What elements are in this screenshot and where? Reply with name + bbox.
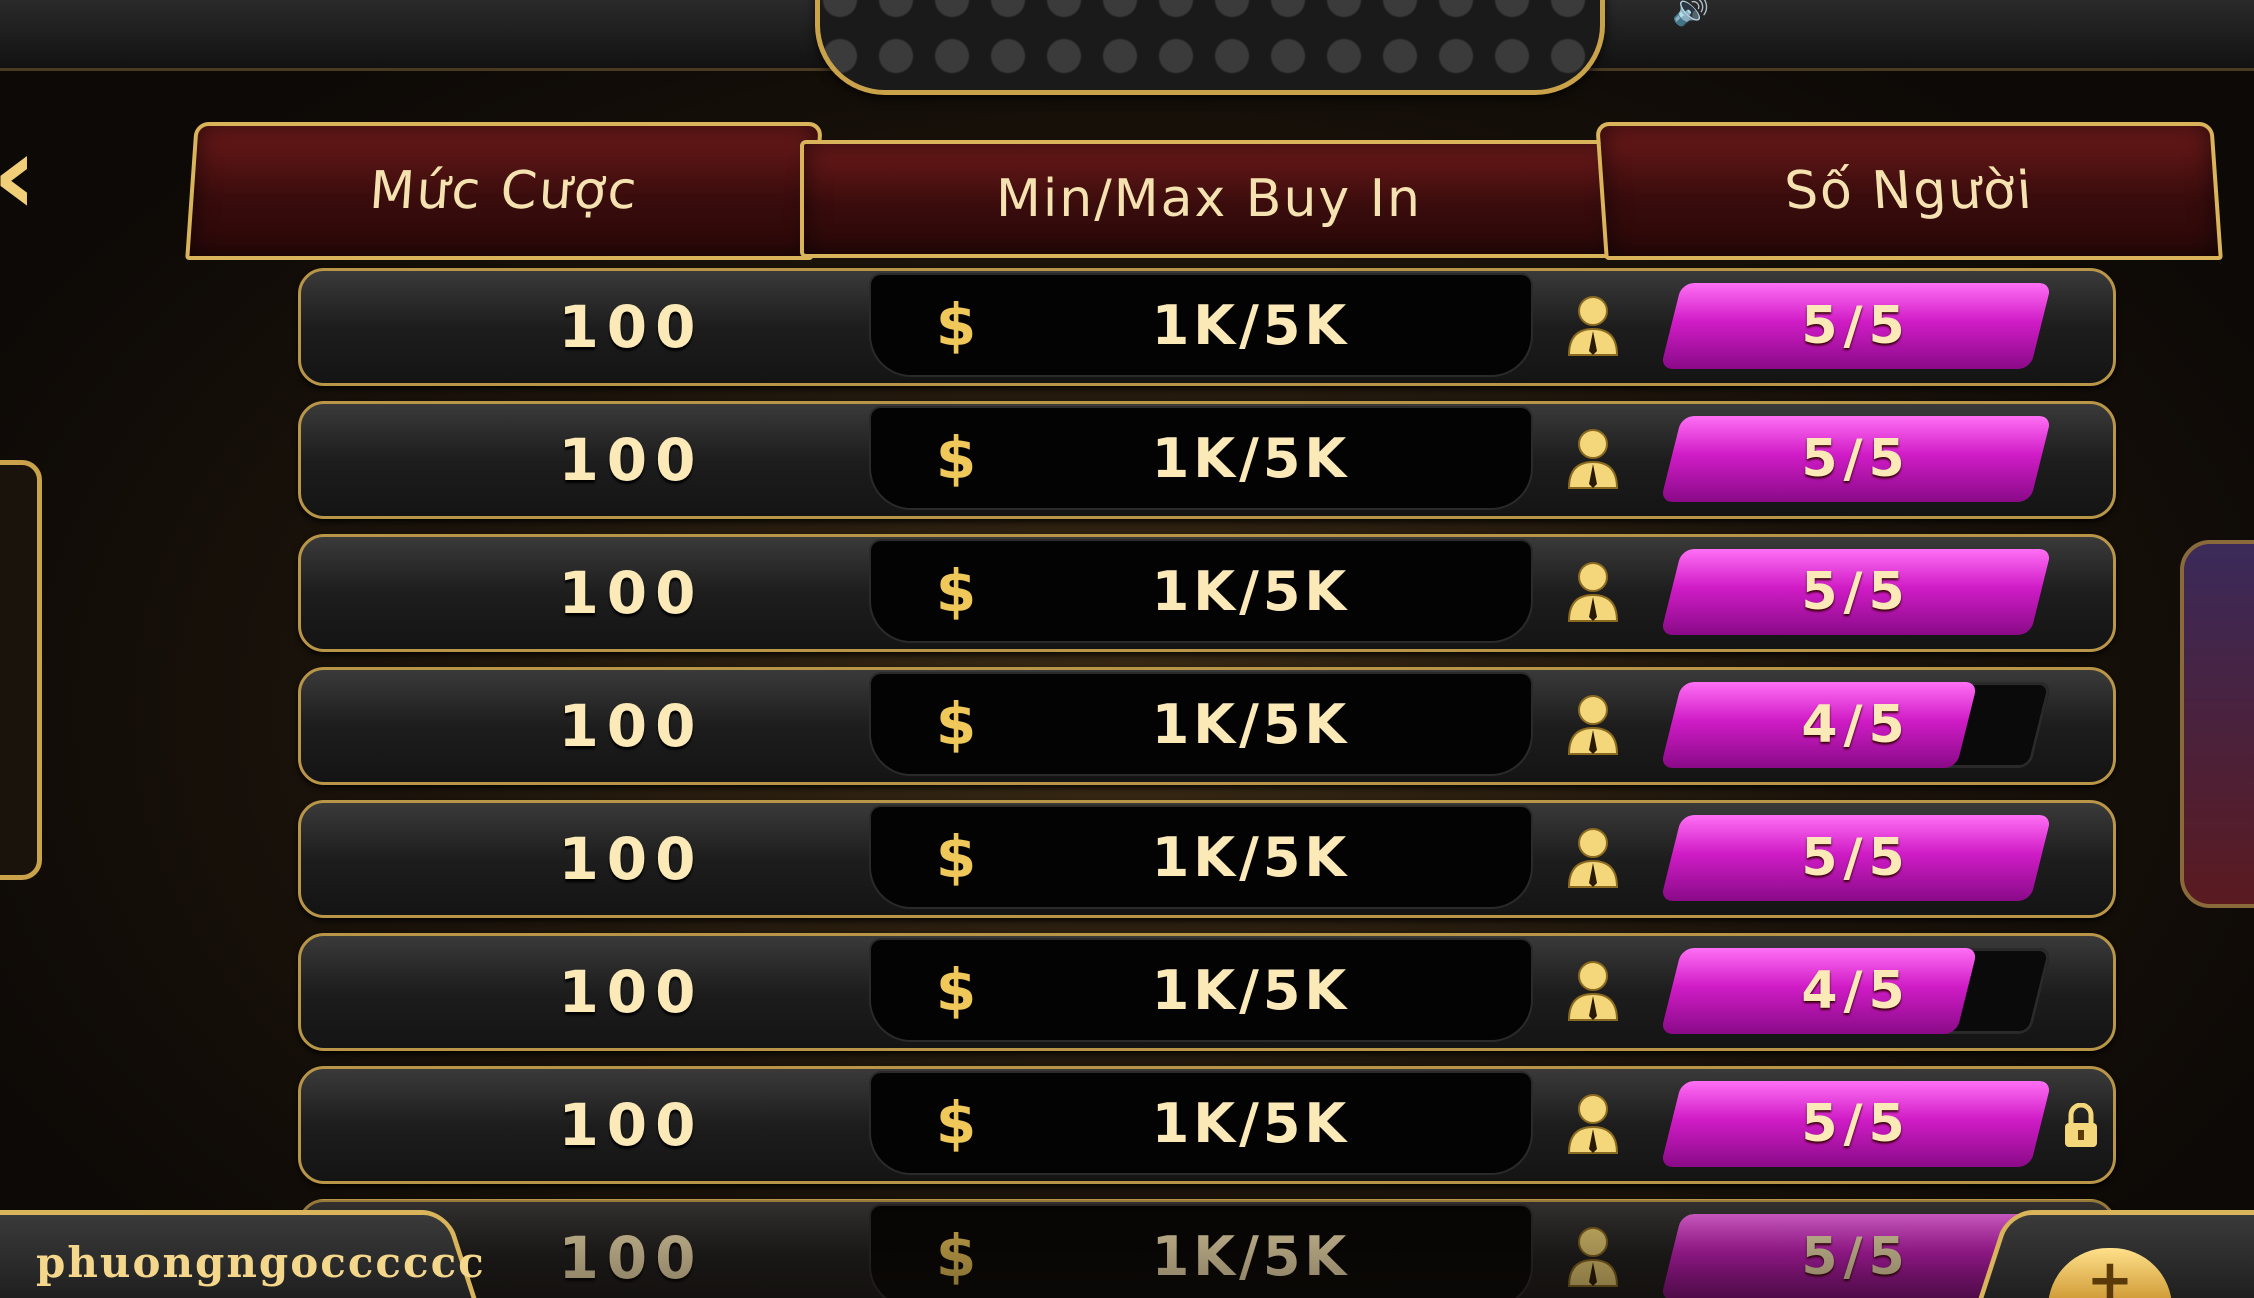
dollar-icon: $: [935, 291, 977, 359]
table-row[interactable]: 100 $ 1K/5K 5/5: [298, 1066, 2116, 1184]
bet-value: 100: [558, 559, 704, 627]
players-count: 5/5: [1801, 296, 1911, 356]
buyin-box: $ 1K/5K: [871, 408, 1531, 508]
lobby-screen: 🔊 ‹ Mức Cược Min/Max Buy In Số Người 100…: [0, 0, 2254, 1298]
buyin-value: 1K/5K: [1151, 825, 1351, 889]
user-icon: [1567, 695, 1619, 755]
header-players[interactable]: Số Người: [1595, 122, 2223, 260]
buyin-value: 1K/5K: [1151, 559, 1351, 623]
dollar-icon: $: [935, 557, 977, 625]
user-icon: [1567, 1227, 1619, 1287]
bet-value: 100: [558, 1091, 704, 1159]
buyin-value: 1K/5K: [1151, 1091, 1351, 1155]
players-count: 5/5: [1801, 429, 1911, 489]
buyin-value: 1K/5K: [1151, 958, 1351, 1022]
username-label: phuongngocccccc: [36, 1238, 486, 1287]
dollar-icon: $: [935, 1089, 977, 1157]
bet-value: 100: [558, 426, 704, 494]
table-row[interactable]: 100 $ 1K/5K 4/5: [298, 667, 2116, 785]
dollar-icon: $: [935, 1222, 977, 1290]
players-count: 5/5: [1801, 562, 1911, 622]
table-row[interactable]: 100 $ 1K/5K 5/5: [298, 401, 2116, 519]
buyin-box: $ 1K/5K: [871, 275, 1531, 375]
dollar-icon: $: [935, 956, 977, 1024]
user-icon: [1567, 562, 1619, 622]
back-chevron-icon[interactable]: ‹: [0, 120, 42, 230]
buyin-box: $ 1K/5K: [871, 1206, 1531, 1298]
right-side-promo[interactable]: [2180, 540, 2254, 908]
buyin-box: $ 1K/5K: [871, 541, 1531, 641]
players-count: 4/5: [1801, 695, 1911, 755]
user-icon: [1567, 1094, 1619, 1154]
table-row[interactable]: 100 $ 1K/5K 5/5: [298, 800, 2116, 918]
top-ornament: [815, 0, 1605, 95]
buyin-box: $ 1K/5K: [871, 940, 1531, 1040]
table-row[interactable]: 100 $ 1K/5K 5/5: [298, 534, 2116, 652]
header-bet-level[interactable]: Mức Cược: [185, 122, 823, 260]
buyin-box: $ 1K/5K: [871, 1073, 1531, 1173]
user-icon: [1567, 296, 1619, 356]
dollar-icon: $: [935, 823, 977, 891]
lock-icon: [2065, 1103, 2097, 1147]
header-buyin[interactable]: Min/Max Buy In: [800, 140, 1618, 258]
speaker-icon[interactable]: 🔊: [1672, 0, 1716, 26]
table-row[interactable]: 100 $ 1K/5K 5/5: [298, 1199, 2116, 1298]
bet-value: 100: [558, 958, 704, 1026]
players-count: 5/5: [1801, 828, 1911, 888]
buyin-value: 1K/5K: [1151, 1224, 1351, 1288]
bet-value: 100: [558, 293, 704, 361]
buyin-value: 1K/5K: [1151, 293, 1351, 357]
user-icon: [1567, 828, 1619, 888]
buyin-value: 1K/5K: [1151, 426, 1351, 490]
bet-value: 100: [558, 1224, 704, 1292]
dollar-icon: $: [935, 690, 977, 758]
players-count: 5/5: [1801, 1094, 1911, 1154]
bet-value: 100: [558, 825, 704, 893]
user-icon: [1567, 429, 1619, 489]
buyin-box: $ 1K/5K: [871, 674, 1531, 774]
table-row[interactable]: 100 $ 1K/5K 5/5: [298, 268, 2116, 386]
left-side-panel[interactable]: [0, 460, 42, 880]
table-row[interactable]: 100 $ 1K/5K 4/5: [298, 933, 2116, 1051]
players-count: 4/5: [1801, 961, 1911, 1021]
bet-value: 100: [558, 692, 704, 760]
dollar-icon: $: [935, 424, 977, 492]
buyin-box: $ 1K/5K: [871, 807, 1531, 907]
user-icon: [1567, 961, 1619, 1021]
buyin-value: 1K/5K: [1151, 692, 1351, 756]
